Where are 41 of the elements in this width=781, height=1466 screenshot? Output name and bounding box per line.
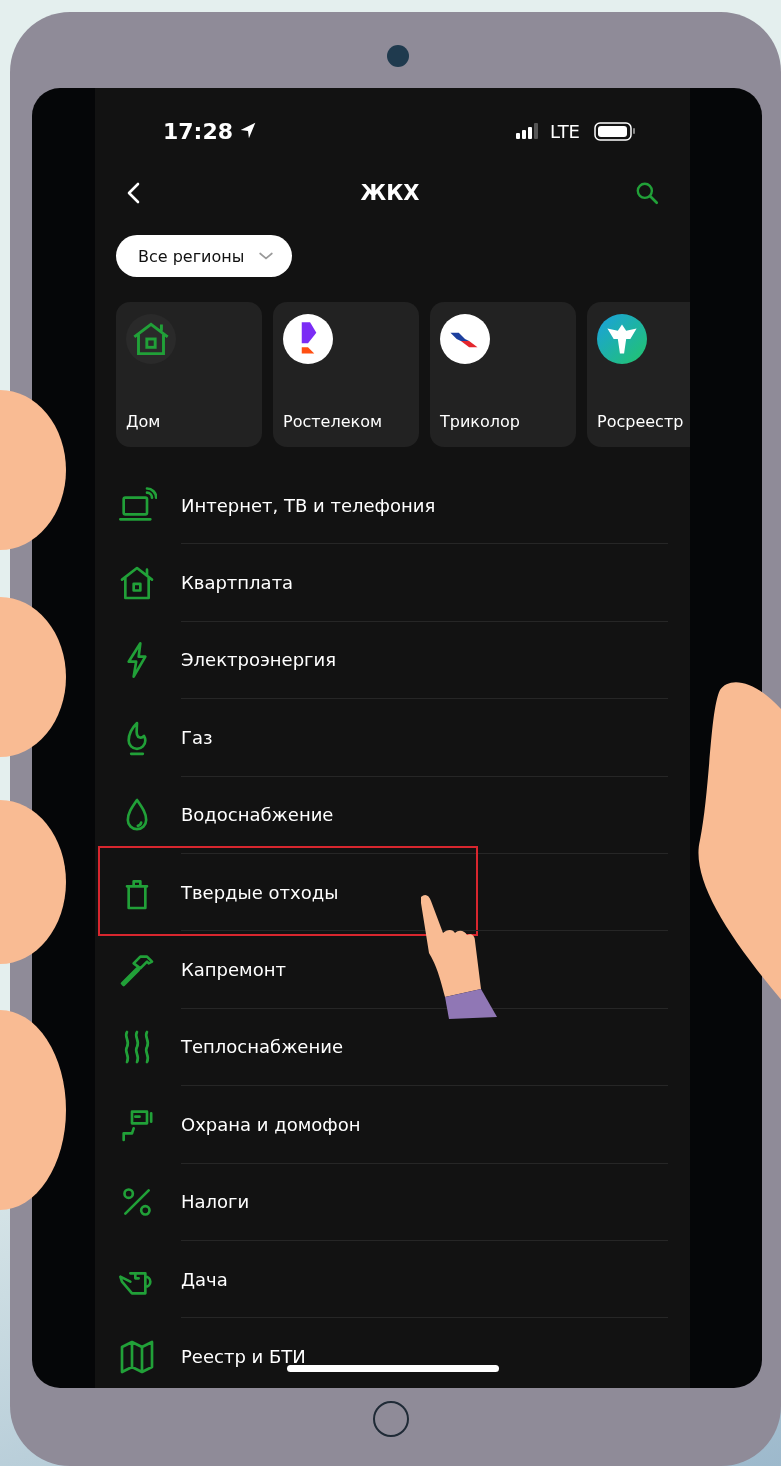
category-item[interactable]: Электроэнергия xyxy=(95,621,690,700)
provider-card[interactable]: Дом xyxy=(116,302,262,447)
category-item[interactable]: Охрана и домофон xyxy=(95,1086,690,1164)
region-dropdown[interactable]: Все регионы xyxy=(116,235,293,277)
category-item[interactable]: Газ xyxy=(95,699,690,777)
camera-dot xyxy=(387,45,409,67)
provider-card[interactable]: Триколор xyxy=(430,302,576,447)
provider-card[interactable]: Ростелеком xyxy=(273,302,419,447)
provider-name: Росреестр xyxy=(597,412,684,431)
eagle-logo-icon xyxy=(597,314,647,364)
chevron-logo-icon xyxy=(440,314,490,364)
category-item[interactable]: Водоснабжение xyxy=(95,776,690,854)
category-item[interactable]: Дача xyxy=(95,1240,690,1319)
provider-name: Ростелеком xyxy=(283,412,382,431)
category-item[interactable]: Налоги xyxy=(95,1163,690,1241)
search-icon[interactable] xyxy=(634,180,660,206)
status-time: 17:28 xyxy=(163,118,234,144)
house-logo-icon xyxy=(126,314,176,364)
category-label: Теплоснабжение xyxy=(181,1036,343,1058)
network-label: LTE xyxy=(550,120,580,142)
category-label: Интернет, ТВ и телефония xyxy=(181,494,436,516)
category-item[interactable]: Квартплата xyxy=(95,544,690,622)
provider-name: Дом xyxy=(126,412,161,431)
category-label: Капремонт xyxy=(181,959,286,981)
category-label: Налоги xyxy=(181,1191,250,1213)
k-shape-logo-icon xyxy=(283,314,333,364)
screen-title: ЖКХ xyxy=(360,181,420,205)
category-item[interactable]: Интернет, ТВ и телефония xyxy=(95,467,690,545)
category-label: Газ xyxy=(181,726,213,748)
home-button[interactable] xyxy=(373,1401,409,1437)
signal-icon xyxy=(516,123,539,139)
category-label: Реестр и БТИ xyxy=(181,1346,306,1367)
category-label: Дача xyxy=(181,1268,228,1290)
provider-card[interactable]: Росреестр xyxy=(587,302,690,447)
battery-icon xyxy=(594,121,636,141)
provider-name: Триколор xyxy=(440,412,520,431)
category-label: Водоснабжение xyxy=(181,804,334,826)
category-label: Твердые отходы xyxy=(181,881,339,903)
category-label: Электроэнергия xyxy=(181,649,337,671)
category-label: Квартплата xyxy=(181,572,294,594)
category-label: Охрана и домофон xyxy=(181,1113,361,1135)
